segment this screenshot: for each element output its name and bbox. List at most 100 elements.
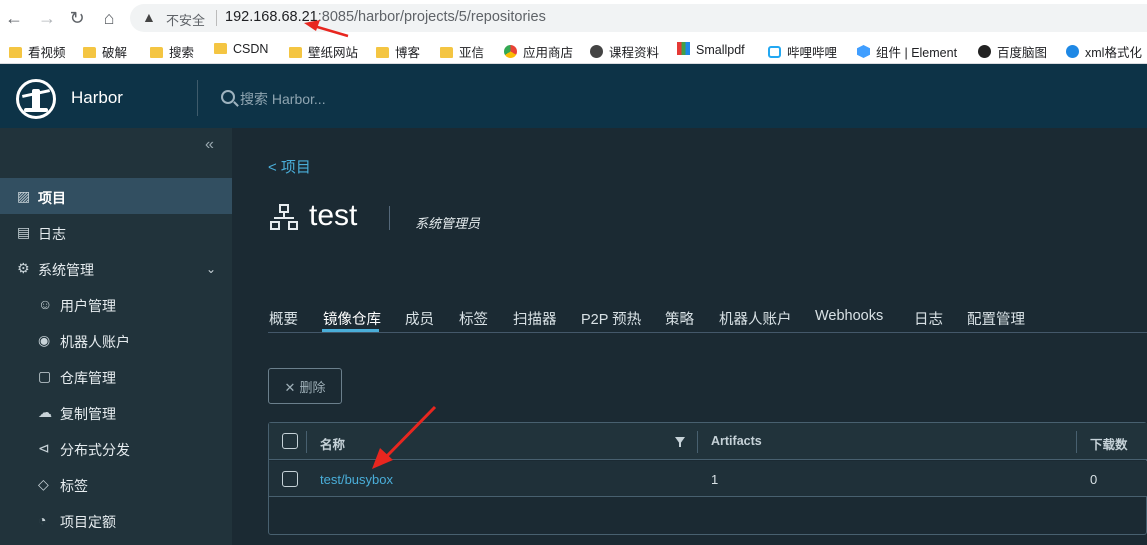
tab-members[interactable]: 成员 bbox=[405, 308, 434, 329]
bookmark-kanshipin[interactable]: 看视频 bbox=[9, 42, 66, 61]
sidebar-item-logs[interactable]: ▤ 日志 bbox=[0, 214, 232, 250]
bookmark-yaxin[interactable]: 亚信 bbox=[440, 42, 484, 61]
downloads-count: 0 bbox=[1090, 472, 1098, 487]
tab-labels[interactable]: 标签 bbox=[459, 308, 488, 329]
tab-logs[interactable]: 日志 bbox=[914, 308, 943, 329]
tabs-divider bbox=[268, 332, 1147, 333]
sidebar-item-replication[interactable]: ☁ 复制管理 bbox=[0, 394, 232, 430]
header-divider bbox=[197, 80, 198, 116]
replication-icon: ☁ bbox=[38, 404, 52, 420]
bilibili-icon bbox=[768, 46, 781, 58]
url-text[interactable]: 192.168.68.21:8085/harbor/projects/5/rep… bbox=[225, 9, 546, 25]
bookmark-csdn[interactable]: CSDN bbox=[214, 42, 268, 56]
harbor-logo-icon[interactable] bbox=[16, 79, 56, 119]
bookmark-wallpaper[interactable]: 壁纸网站 bbox=[289, 42, 358, 61]
sidebar-item-users[interactable]: ☺ 用户管理 bbox=[0, 286, 232, 322]
sidebar-item-registries[interactable]: ▢ 仓库管理 bbox=[0, 358, 232, 394]
sidebar-item-label: 日志 bbox=[38, 226, 66, 242]
search-input[interactable] bbox=[240, 88, 540, 110]
brand-name[interactable]: Harbor bbox=[71, 88, 123, 108]
close-icon: ✕ bbox=[284, 379, 296, 395]
url-path: :8085/harbor/projects/5/repositories bbox=[317, 9, 546, 25]
row-checkbox[interactable] bbox=[282, 471, 298, 487]
bookmark-label: 哔哩哔哩 bbox=[787, 46, 838, 60]
column-header-artifacts[interactable]: Artifacts bbox=[711, 434, 762, 448]
sidebar-item-label: 系统管理 bbox=[38, 262, 94, 278]
sidebar-item-distribution[interactable]: ⊲ 分布式分发 bbox=[0, 430, 232, 466]
bookmark-pojie[interactable]: 破解 bbox=[83, 42, 127, 61]
back-to-projects-link[interactable]: < 项目 bbox=[268, 156, 311, 177]
sidebar-item-label: 标签 bbox=[60, 478, 88, 494]
table-header: 名称 Artifacts 下载数 bbox=[269, 423, 1147, 460]
filter-icon[interactable] bbox=[675, 437, 685, 447]
bookmark-blog[interactable]: 博客 bbox=[376, 42, 420, 61]
sidebar-item-projects[interactable]: ▨ 项目 bbox=[0, 178, 232, 214]
column-header-downloads[interactable]: 下载数 bbox=[1090, 434, 1128, 453]
bookmark-label: CSDN bbox=[233, 42, 269, 56]
projects-icon: ▨ bbox=[17, 188, 31, 204]
bookmark-sousuo[interactable]: 搜索 bbox=[150, 42, 194, 61]
owl-icon bbox=[978, 45, 991, 58]
project-icon bbox=[270, 204, 298, 232]
tab-repositories[interactable]: 镜像仓库 bbox=[323, 308, 381, 329]
bookmark-label: xml格式化 bbox=[1085, 46, 1142, 60]
bookmark-course[interactable]: 课程资料 bbox=[590, 42, 659, 61]
tab-robot-accounts[interactable]: 机器人账户 bbox=[719, 308, 792, 329]
back-arrow-icon[interactable]: ← bbox=[2, 6, 26, 30]
robot-icon: ◉ bbox=[38, 332, 51, 348]
tab-configuration[interactable]: 配置管理 bbox=[967, 308, 1025, 329]
sidebar-item-labels[interactable]: ◇ 标签 bbox=[0, 466, 232, 502]
sidebar-item-robots[interactable]: ◉ 机器人账户 bbox=[0, 322, 232, 358]
tag-icon: ◇ bbox=[38, 476, 49, 492]
delete-button[interactable]: ✕ 删除 bbox=[268, 368, 342, 404]
tab-scanner[interactable]: 扫描器 bbox=[513, 308, 557, 329]
title-divider bbox=[389, 206, 390, 230]
bookmark-xml[interactable]: xml格式化 bbox=[1066, 42, 1142, 61]
repository-name-link[interactable]: test/busybox bbox=[320, 472, 393, 487]
reload-icon[interactable]: ↻ bbox=[65, 6, 89, 30]
code-icon bbox=[1066, 45, 1079, 58]
quota-icon: ◔ bbox=[38, 512, 47, 528]
bookmark-smallpdf[interactable]: Smallpdf bbox=[677, 42, 745, 57]
sidebar-item-quotas[interactable]: ◔ 项目定额 bbox=[0, 502, 232, 538]
column-separator bbox=[697, 431, 698, 453]
chevron-down-icon[interactable]: ⌄ bbox=[206, 262, 216, 276]
bookmark-baidu-naotu[interactable]: 百度脑图 bbox=[978, 42, 1047, 61]
distribution-icon: ⊲ bbox=[38, 440, 50, 456]
folder-icon bbox=[376, 47, 389, 58]
tab-webhooks[interactable]: Webhooks bbox=[815, 308, 883, 324]
delete-label: 删除 bbox=[299, 379, 326, 395]
search-icon[interactable] bbox=[221, 90, 235, 104]
bookmark-bilibili[interactable]: 哔哩哔哩 bbox=[768, 42, 837, 61]
address-divider bbox=[216, 10, 217, 26]
bookmark-label: 应用商店 bbox=[523, 46, 574, 60]
warning-triangle-icon: ▲ bbox=[142, 9, 156, 25]
globe-icon bbox=[590, 45, 603, 58]
collapse-sidebar-icon[interactable]: « bbox=[205, 136, 214, 154]
bookmark-element[interactable]: 组件 | Element bbox=[857, 42, 957, 61]
sidebar-item-label: 分布式分发 bbox=[60, 442, 130, 458]
home-icon[interactable]: ⌂ bbox=[97, 6, 121, 30]
users-icon: ☺ bbox=[38, 296, 53, 312]
address-bar[interactable]: ▲ 不安全 192.168.68.21:8085/harbor/projects… bbox=[130, 4, 1147, 32]
sidebar-item-label: 机器人账户 bbox=[60, 334, 130, 350]
tab-p2p-preheat[interactable]: P2P 预热 bbox=[581, 308, 641, 329]
column-header-name[interactable]: 名称 bbox=[320, 434, 345, 453]
element-icon bbox=[857, 45, 870, 58]
tab-policy[interactable]: 策略 bbox=[665, 308, 694, 329]
select-all-checkbox[interactable] bbox=[282, 433, 298, 449]
bookmarks-bar: 看视频 破解 搜索 CSDN 壁纸网站 博客 亚信 应用商店 课程资料 Smal… bbox=[0, 36, 1147, 64]
tab-summary[interactable]: 概要 bbox=[269, 308, 298, 329]
bookmark-label: Smallpdf bbox=[696, 43, 745, 57]
sidebar-item-admin[interactable]: ⚙ 系统管理 bbox=[0, 250, 232, 286]
insecure-label: 不安全 bbox=[166, 13, 206, 28]
folder-icon bbox=[9, 47, 22, 58]
folder-icon bbox=[440, 47, 453, 58]
sidebar-item-label: 用户管理 bbox=[60, 298, 116, 314]
bookmark-app-store[interactable]: 应用商店 bbox=[504, 42, 573, 61]
browser-toolbar: ← → ↻ ⌂ ▲ 不安全 192.168.68.21:8085/harbor/… bbox=[0, 0, 1147, 36]
bookmark-label: 组件 | Element bbox=[876, 46, 958, 60]
active-tab-indicator bbox=[322, 329, 379, 332]
table-row[interactable]: test/busybox 1 0 bbox=[269, 461, 1147, 497]
forward-arrow-icon[interactable]: → bbox=[35, 6, 59, 30]
